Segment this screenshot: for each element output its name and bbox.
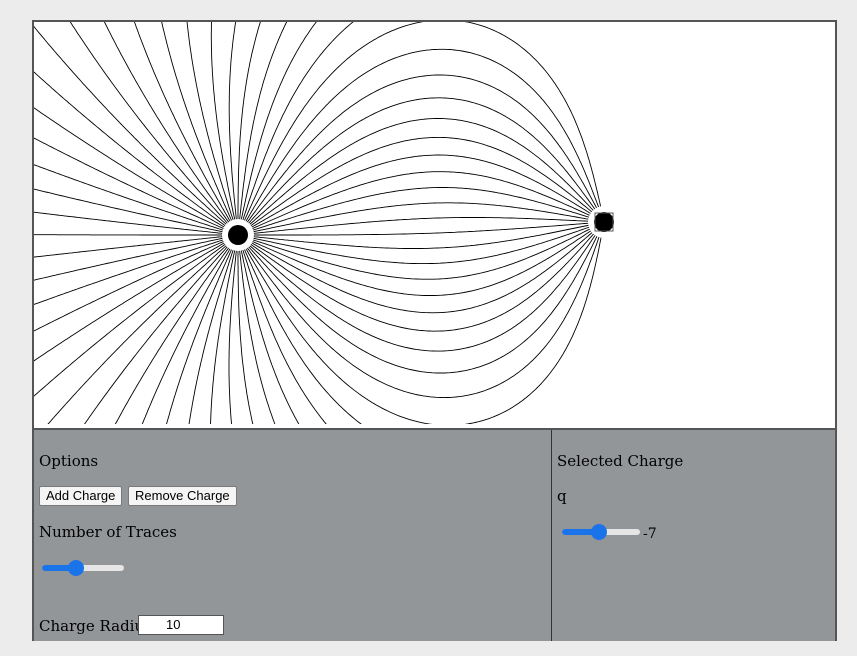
selected-charge-title: Selected Charge [557,452,684,470]
app-frame: Options Add Charge Remove Charge Number … [32,20,837,641]
canvas-background [34,22,835,424]
traces-slider-thumb[interactable] [68,560,84,576]
q-value: -7 [643,526,657,542]
remove-charge-button[interactable]: Remove Charge [128,486,237,506]
q-label: q [557,487,567,505]
control-panel: Options Add Charge Remove Charge Number … [34,428,835,641]
charge-radius-input[interactable]: 10 [138,615,224,635]
options-section: Options Add Charge Remove Charge Number … [34,430,552,641]
options-title: Options [39,452,99,470]
selected-charge-section: Selected Charge q -7 [552,430,835,641]
radius-label: Charge Radius [39,617,152,635]
q-slider-thumb[interactable] [591,524,607,540]
traces-label: Number of Traces [39,523,177,541]
add-charge-button[interactable]: Add Charge [39,486,123,506]
positive-charge[interactable] [228,225,248,245]
field-lines-plot[interactable] [34,22,835,424]
traces-slider[interactable] [42,560,124,576]
negative-charge[interactable] [594,212,614,232]
field-canvas[interactable] [34,22,835,424]
q-slider[interactable] [562,524,640,540]
